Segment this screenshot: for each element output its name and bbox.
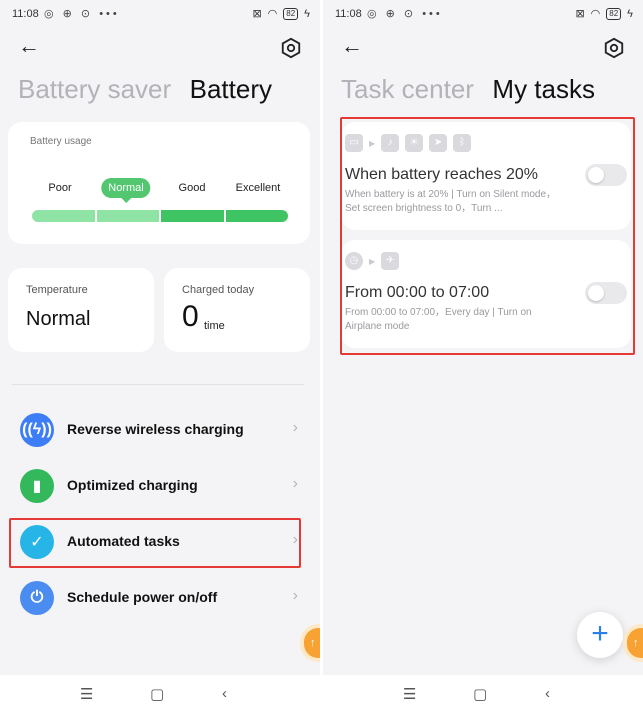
menu-reverse-wireless-charging[interactable]: ((ϟ)) Reverse wireless charging › (8, 406, 304, 454)
dnd-icon: ⊠ (252, 8, 262, 20)
usage-segment (96, 210, 159, 222)
status-time: 11:08 (12, 8, 39, 20)
back-icon[interactable]: ‹ (222, 685, 227, 702)
back-arrow-icon[interactable]: ← (18, 35, 42, 58)
chevron-right-icon: › (292, 419, 298, 436)
top-bar: ← (323, 30, 643, 64)
charged-today-unit: time (204, 320, 225, 332)
status-bar: 11:08 ◎ ⊕ ⊙ ••• ⊠ ◠ 82 ϟ (0, 0, 320, 30)
highlight-box (9, 518, 301, 568)
chevron-right-icon: › (292, 587, 298, 604)
tab-task-center[interactable]: Task center (341, 74, 474, 105)
menu-optimized-charging[interactable]: ▮ Optimized charging › (8, 462, 304, 510)
status-time: 11:08 (335, 8, 362, 20)
menu-label: Reverse wireless charging (67, 421, 244, 437)
notification-icons: ◎ ⊕ ⊙ ••• (367, 8, 443, 20)
charging-icon: ϟ (627, 7, 633, 20)
nav-bar: ☰ ▢ ‹ (0, 675, 320, 713)
wifi-icon: ◠ (590, 8, 601, 20)
wireless-charging-icon: ((ϟ)) (20, 413, 54, 447)
highlight-box (340, 117, 635, 355)
menu-schedule-power[interactable]: ⏻ Schedule power on/off › (8, 574, 304, 622)
status-bar: 11:08 ◎ ⊕ ⊙ ••• ⊠ ◠ 82 ϟ (323, 0, 643, 30)
usage-segment (225, 210, 288, 222)
usage-segment (161, 210, 224, 222)
level-excellent: Excellent (235, 182, 281, 194)
wifi-icon: ◠ (267, 8, 278, 20)
nav-bar: ☰ ▢ ‹ (323, 675, 643, 713)
settings-icon[interactable] (603, 37, 625, 59)
tab-bar: Battery saver Battery (18, 74, 320, 110)
floating-widget-icon[interactable]: ↑ (627, 628, 643, 658)
battery-shield-icon: ▮ (20, 469, 54, 503)
add-task-button[interactable]: + (577, 612, 623, 658)
tab-battery-saver[interactable]: Battery saver (18, 74, 171, 105)
home-icon[interactable]: ▢ (473, 685, 487, 703)
battery-icon: 82 (283, 7, 299, 20)
battery-icon: 82 (606, 7, 622, 20)
menu-label: Schedule power on/off (67, 589, 218, 605)
power-icon: ⏻ (20, 581, 54, 615)
temperature-card: Temperature Normal (8, 268, 154, 352)
divider (12, 384, 304, 385)
menu-label: Optimized charging (67, 477, 198, 493)
system-icons: ⊠ ◠ 82 ϟ (575, 7, 633, 20)
home-icon[interactable]: ▢ (150, 685, 164, 703)
my-tasks-screen: 11:08 ◎ ⊕ ⊙ ••• ⊠ ◠ 82 ϟ ← Task center M… (323, 0, 643, 713)
back-arrow-icon[interactable]: ← (341, 35, 365, 58)
level-poor: Poor (48, 182, 72, 194)
charged-today-card: Charged today 0 time (164, 268, 310, 352)
level-normal: Normal (101, 178, 151, 203)
settings-icon[interactable] (280, 37, 302, 59)
temperature-label: Temperature (26, 284, 88, 296)
tab-my-tasks[interactable]: My tasks (492, 74, 595, 105)
charged-today-value: 0 (182, 300, 199, 333)
notification-icons: ◎ ⊕ ⊙ ••• (44, 8, 120, 20)
back-icon[interactable]: ‹ (545, 685, 550, 702)
tab-bar: Task center My tasks (341, 74, 643, 110)
level-good: Good (178, 182, 206, 194)
menu-icon[interactable]: ☰ (80, 685, 93, 703)
menu-icon[interactable]: ☰ (403, 685, 416, 703)
usage-level-bar (32, 210, 288, 222)
charged-today-label: Charged today (182, 284, 255, 296)
usage-level-labels: Poor Normal Good Excellent (28, 178, 292, 203)
charging-icon: ϟ (304, 7, 310, 20)
system-icons: ⊠ ◠ 82 ϟ (252, 7, 310, 20)
chevron-right-icon: › (292, 475, 298, 492)
temperature-value: Normal (26, 308, 91, 330)
battery-screen: 11:08 ◎ ⊕ ⊙ ••• ⊠ ◠ 82 ϟ ← Battery saver… (0, 0, 320, 713)
top-bar: ← (0, 30, 320, 64)
battery-usage-card: Battery usage Poor Normal Good Excellent (8, 122, 310, 244)
battery-usage-title: Battery usage (30, 136, 92, 147)
usage-segment (32, 210, 95, 222)
floating-widget-icon[interactable]: ↑ (304, 628, 320, 658)
dnd-icon: ⊠ (575, 8, 585, 20)
tab-battery[interactable]: Battery (190, 74, 272, 105)
